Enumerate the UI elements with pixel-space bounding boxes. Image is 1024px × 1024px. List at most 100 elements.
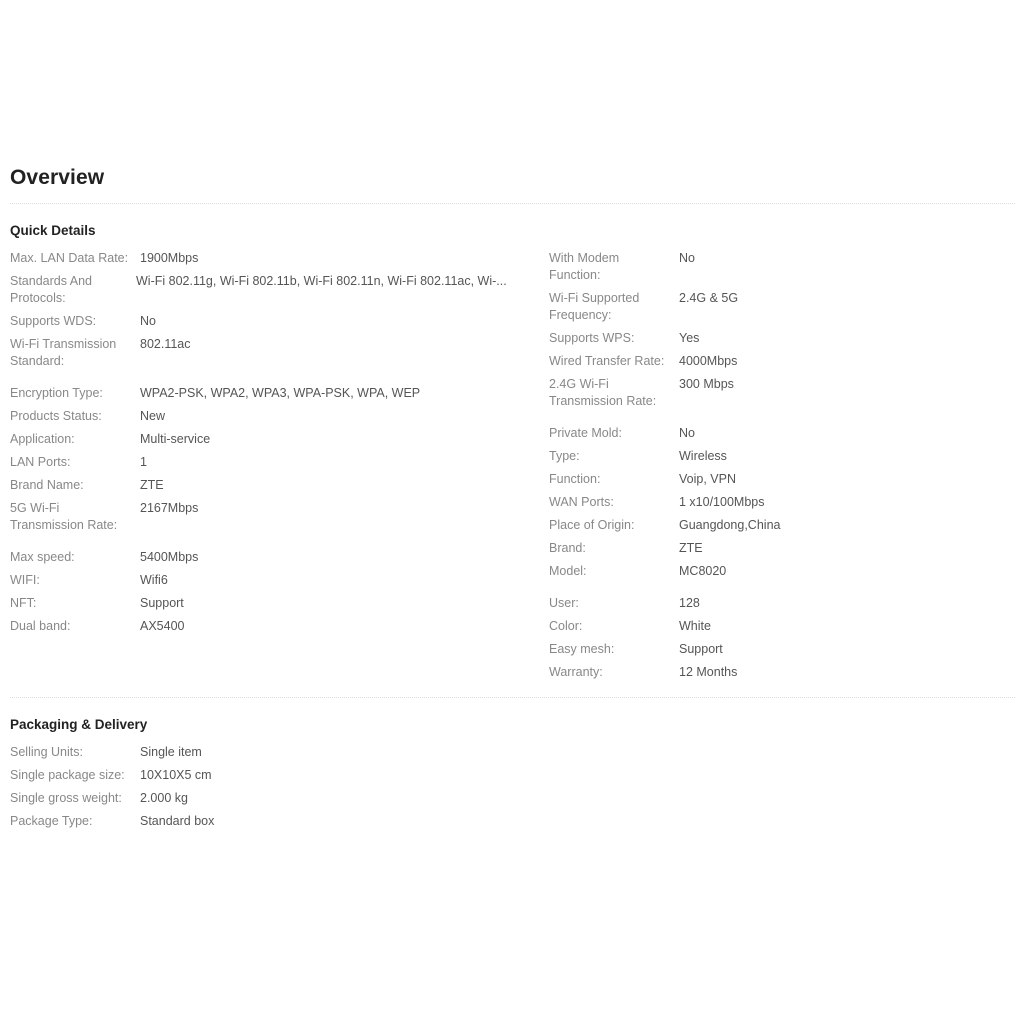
- spec-value: 1900Mbps: [140, 251, 199, 265]
- spec-label: Supports WDS:: [10, 314, 97, 328]
- spec-group: Max speed: 5400Mbps WIFI: Wifi6 NFT: Support D…: [10, 549, 520, 635]
- spec-label: Place of Origin:: [549, 518, 635, 532]
- spec-label: 2.4G Wi-Fi Transmission Rate:: [549, 377, 657, 408]
- spec-value: No: [140, 314, 156, 328]
- spec-label: Dual band:: [10, 619, 71, 633]
- spec-label: Single package size:: [10, 768, 125, 782]
- spec-group: Private Mold: No Type: Wireless Function: Voi…: [549, 425, 1024, 580]
- spec-label: Wired Transfer Rate:: [549, 354, 665, 368]
- spec-value: Wi-Fi 802.11g, Wi-Fi 802.11b, Wi-Fi 802.…: [136, 274, 507, 288]
- spec-row: Wired Transfer Rate: 4000Mbps: [549, 353, 1024, 370]
- spec-value: Wifi6: [140, 573, 168, 587]
- spec-group: Selling Units: Single item Single package …: [10, 744, 520, 830]
- spec-row: Wi-Fi Transmission Standard: 802.11ac: [10, 336, 520, 370]
- top-spacer: [0, 0, 1024, 164]
- spec-label: User:: [549, 596, 579, 610]
- spec-value: 12 Months: [679, 665, 738, 679]
- spec-row: Type: Wireless: [549, 448, 1024, 465]
- spec-value: ZTE: [679, 541, 703, 555]
- divider-above-packaging: [10, 697, 1015, 698]
- spec-label: Single gross weight:: [10, 791, 122, 805]
- spec-row: Color: White: [549, 618, 1024, 635]
- spec-value: 802.11ac: [140, 337, 191, 351]
- spec-row: Max. LAN Data Rate: 1900Mbps: [10, 250, 520, 267]
- spec-row: Private Mold: No: [549, 425, 1024, 442]
- spec-value: New: [140, 409, 166, 423]
- spec-row: LAN Ports: 1: [10, 454, 520, 471]
- spec-label: Package Type:: [10, 814, 93, 828]
- spec-label: Warranty:: [549, 665, 603, 679]
- quick-details-heading: Quick Details: [10, 223, 96, 238]
- spec-group: Encryption Type: WPA2-PSK, WPA2, WPA3, WP…: [10, 385, 520, 534]
- spec-value: 2.000 kg: [140, 791, 188, 805]
- spec-value: ZTE: [140, 478, 164, 492]
- spec-label: Selling Units:: [10, 745, 83, 759]
- spec-row: Wi-Fi Supported Frequency: 2.4G & 5G: [549, 290, 1024, 324]
- spec-value: 10X10X5 cm: [140, 768, 212, 782]
- spec-row: 5G Wi-Fi Transmission Rate: 2167Mbps: [10, 500, 520, 534]
- spec-label: WAN Ports:: [549, 495, 614, 509]
- spec-label: Standards And Protocols:: [10, 274, 93, 305]
- spec-value: Voip, VPN: [679, 472, 736, 486]
- spec-row: Selling Units: Single item: [10, 744, 520, 761]
- page-title: Overview: [10, 166, 105, 189]
- spec-row: Max speed: 5400Mbps: [10, 549, 520, 566]
- spec-value: No: [679, 426, 695, 440]
- quick-details-section: Quick Details Max. LAN Data Rate: 1900Mbp…: [0, 222, 1024, 681]
- spec-row: NFT: Support: [10, 595, 520, 612]
- spec-row: WAN Ports: 1 x10/100Mbps: [549, 494, 1024, 511]
- packaging-left-column: Selling Units: Single item Single package …: [0, 744, 520, 830]
- packaging-columns: Selling Units: Single item Single package …: [0, 744, 1024, 830]
- spec-value: 5400Mbps: [140, 550, 199, 564]
- spec-label: Supports WPS:: [549, 331, 635, 345]
- spec-row: User: 128: [549, 595, 1024, 612]
- spec-row: Place of Origin: Guangdong,China: [549, 517, 1024, 534]
- spec-label: With Modem Function:: [549, 251, 620, 282]
- spec-label: Wi-Fi Transmission Standard:: [10, 337, 117, 368]
- quick-details-columns: Max. LAN Data Rate: 1900Mbps Standards And…: [0, 250, 1024, 681]
- spec-value: 2.4G & 5G: [679, 291, 739, 305]
- spec-value: Support: [679, 642, 723, 656]
- spec-label: Products Status:: [10, 409, 102, 423]
- spec-label: Easy mesh:: [549, 642, 615, 656]
- product-overview-page: Overview Quick Details Max. LAN Data Rat…: [0, 0, 1024, 1024]
- spec-label: Model:: [549, 564, 587, 578]
- spec-value: 128: [679, 596, 700, 610]
- spec-value: Yes: [679, 331, 700, 345]
- spec-value: 1: [140, 455, 147, 469]
- spec-value: 4000Mbps: [679, 354, 738, 368]
- spec-row: Application: Multi-service: [10, 431, 520, 448]
- spec-label: Max speed:: [10, 550, 75, 564]
- spec-label: Wi-Fi Supported Frequency:: [549, 291, 640, 322]
- spec-row: Supports WPS: Yes: [549, 330, 1024, 347]
- spec-row: 2.4G Wi-Fi Transmission Rate: 300 Mbps: [549, 376, 1024, 410]
- spec-value: 300 Mbps: [679, 377, 734, 391]
- spec-value: No: [679, 251, 695, 265]
- spec-label: Color:: [549, 619, 583, 633]
- spec-group: Max. LAN Data Rate: 1900Mbps Standards And…: [10, 250, 520, 370]
- spec-label: Application:: [10, 432, 75, 446]
- spec-row: Warranty: 12 Months: [549, 664, 1024, 681]
- spec-label: NFT:: [10, 596, 37, 610]
- spec-value: 2167Mbps: [140, 501, 199, 515]
- spec-label: Private Mold:: [549, 426, 622, 440]
- spec-row: Products Status: New: [10, 408, 520, 425]
- spec-value: Wireless: [679, 449, 727, 463]
- spec-value: Standard box: [140, 814, 215, 828]
- spec-label: Type:: [549, 449, 580, 463]
- spec-row: Single gross weight: 2.000 kg: [10, 790, 520, 807]
- spec-row: Dual band: AX5400: [10, 618, 520, 635]
- spec-row: Brand: ZTE: [549, 540, 1024, 557]
- spec-row: Function: Voip, VPN: [549, 471, 1024, 488]
- spec-row: Package Type: Standard box: [10, 813, 520, 830]
- spec-label: Encryption Type:: [10, 386, 103, 400]
- spec-value: Multi-service: [140, 432, 211, 446]
- quick-details-right-column: With Modem Function: No Wi-Fi Supported Fr…: [520, 250, 1024, 681]
- spec-row: Easy mesh: Support: [549, 641, 1024, 658]
- spec-value: White: [679, 619, 711, 633]
- spec-row: With Modem Function: No: [549, 250, 1024, 284]
- spec-label: Brand:: [549, 541, 586, 555]
- spec-group: With Modem Function: No Wi-Fi Supported Fr…: [549, 250, 1024, 410]
- spec-value: WPA2-PSK, WPA2, WPA3, WPA-PSK, WPA, WEP: [140, 386, 421, 400]
- packaging-heading: Packaging & Delivery: [10, 717, 148, 732]
